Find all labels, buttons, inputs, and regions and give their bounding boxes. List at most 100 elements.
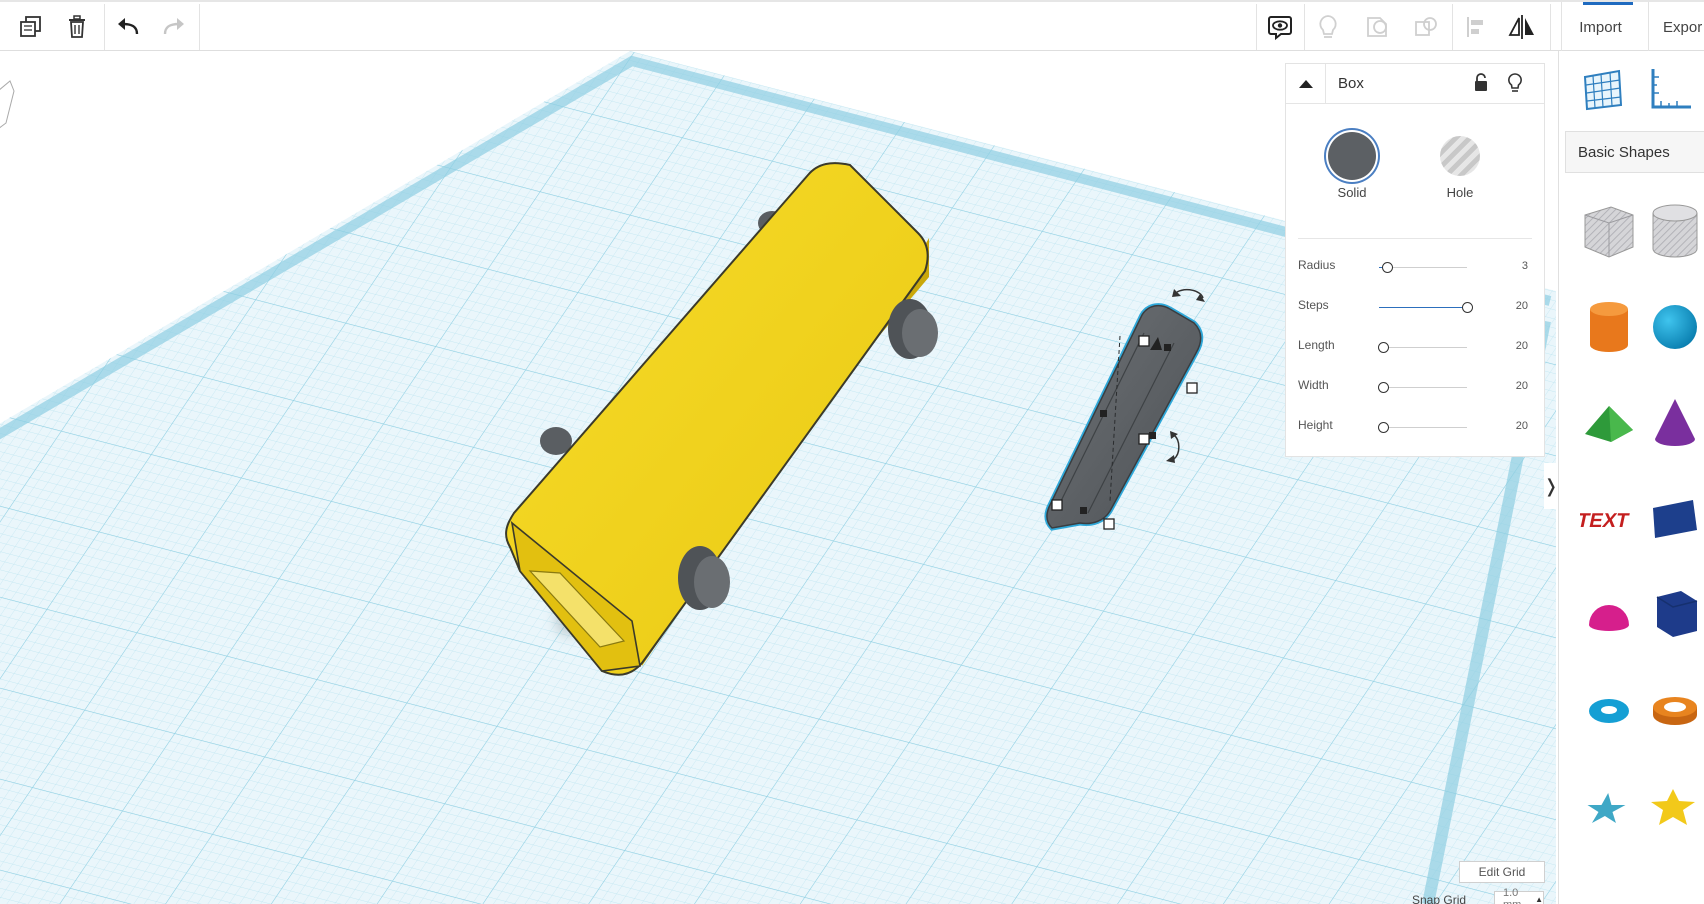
view-cube[interactable] <box>0 80 15 129</box>
resize-handle[interactable] <box>1080 507 1087 514</box>
group-button[interactable] <box>1362 4 1394 50</box>
steps-value[interactable]: 20 <box>1498 300 1528 312</box>
height-value[interactable]: 20 <box>1498 420 1528 432</box>
resize-handle[interactable] <box>1164 344 1171 351</box>
resize-handle[interactable] <box>1186 382 1198 394</box>
shape-polygon[interactable] <box>1645 585 1704 645</box>
steps-slider-knob[interactable] <box>1461 302 1473 313</box>
undo-button[interactable] <box>113 4 143 50</box>
caret-up-icon <box>1298 80 1313 88</box>
mirror-button[interactable] <box>1506 4 1538 50</box>
main-toolbar: Import Expor <box>0 0 1704 52</box>
shape-roof[interactable] <box>1579 393 1639 453</box>
inspector-hint-button[interactable] <box>1504 72 1526 94</box>
lightbulb-icon <box>1508 73 1522 92</box>
snap-grid-label: Snap Grid <box>1412 893 1467 904</box>
shape-sphere[interactable] <box>1645 297 1704 357</box>
cylinder-icon <box>1590 302 1628 352</box>
width-value[interactable]: 20 <box>1498 380 1528 392</box>
toggle-shapes-panel-button[interactable]: ❭ <box>1543 463 1559 509</box>
ruler-icon <box>1651 69 1691 109</box>
resize-handle[interactable] <box>1138 433 1150 445</box>
redo-button[interactable] <box>159 4 189 50</box>
radius-value[interactable]: 3 <box>1498 260 1528 272</box>
mirror-icon <box>1508 15 1534 39</box>
polygon-icon <box>1656 591 1698 637</box>
resize-handle[interactable] <box>1100 410 1107 417</box>
delete-button[interactable] <box>62 4 92 50</box>
shape-torus[interactable] <box>1579 681 1639 741</box>
text-3d-icon: TEXT <box>1580 510 1631 532</box>
toolbar-divider <box>1256 4 1257 50</box>
resize-handle[interactable] <box>1149 432 1156 439</box>
snap-grid-select[interactable]: 1.0 mm ▲ <box>1494 887 1544 904</box>
length-label: Length <box>1298 338 1335 352</box>
duplicate-icon <box>20 16 41 37</box>
solid-swatch[interactable] <box>1328 132 1376 180</box>
toolbar-divider <box>199 4 200 50</box>
cone-icon <box>1655 399 1695 446</box>
shape-box-blue[interactable] <box>1645 489 1704 549</box>
align-button[interactable] <box>1460 4 1492 50</box>
resize-handle[interactable] <box>1138 335 1150 347</box>
notes-button[interactable] <box>1264 4 1296 50</box>
width-slider-track[interactable] <box>1379 387 1467 388</box>
import-button[interactable]: Import <box>1561 2 1639 52</box>
toolbar-divider <box>1550 4 1551 50</box>
length-slider-track[interactable] <box>1379 347 1467 348</box>
hole-label: Hole <box>1446 185 1474 200</box>
hint-button[interactable] <box>1312 4 1344 50</box>
height-slider-track[interactable] <box>1379 427 1467 428</box>
ungroup-icon <box>1415 17 1437 36</box>
lock-button[interactable] <box>1470 72 1492 94</box>
toolbar-divider <box>1452 4 1453 50</box>
cylinder-hole-icon <box>1652 204 1698 258</box>
edit-grid-button[interactable]: Edit Grid <box>1459 861 1545 883</box>
shape-cylinder-hole[interactable] <box>1645 201 1704 261</box>
inspector-divider <box>1298 238 1532 239</box>
shape-text[interactable]: TEXT <box>1579 489 1639 549</box>
workplane-tool-button[interactable] <box>1579 65 1627 113</box>
shape-cylinder[interactable] <box>1579 297 1639 357</box>
width-slider-knob[interactable] <box>1377 382 1389 393</box>
notes-eye-icon <box>1268 16 1292 41</box>
length-slider-knob[interactable] <box>1377 342 1389 353</box>
hole-swatch[interactable] <box>1440 136 1480 176</box>
shape-cone[interactable] <box>1645 393 1704 453</box>
star-gold-icon <box>1651 789 1695 825</box>
shape-tube[interactable] <box>1645 681 1704 741</box>
trash-icon <box>69 15 85 38</box>
height-slider-knob[interactable] <box>1377 422 1389 433</box>
align-icon <box>1467 17 1483 37</box>
star-icon <box>1587 793 1626 823</box>
resize-handle[interactable] <box>1103 518 1115 530</box>
export-button[interactable]: Expor <box>1648 2 1704 52</box>
duplicate-button[interactable] <box>16 4 46 50</box>
sphere-icon <box>1653 305 1697 349</box>
box-blue-icon <box>1653 500 1697 538</box>
collapse-inspector-button[interactable] <box>1286 64 1326 104</box>
resize-handle[interactable] <box>1051 499 1063 511</box>
shape-star-gold[interactable] <box>1645 777 1704 837</box>
ungroup-button[interactable] <box>1410 4 1442 50</box>
width-label: Width <box>1298 378 1329 392</box>
height-label: Height <box>1298 418 1333 432</box>
radius-slider-knob[interactable] <box>1382 262 1394 273</box>
ruler-tool-button[interactable] <box>1645 65 1693 113</box>
solid-label: Solid <box>1337 185 1367 200</box>
unlock-icon <box>1475 73 1487 91</box>
group-icon <box>1367 17 1387 37</box>
shape-inspector-panel: Box Solid Hole Radius 3 Steps 20 Length … <box>1286 64 1544 456</box>
toolbar-divider <box>1304 4 1305 50</box>
shape-star[interactable] <box>1579 777 1639 837</box>
tube-icon <box>1653 697 1697 725</box>
inspector-title: Box <box>1338 75 1364 92</box>
length-value[interactable]: 20 <box>1498 340 1528 352</box>
box-hole-icon <box>1584 206 1634 258</box>
shape-box-hole[interactable] <box>1579 201 1639 261</box>
shape-half-sphere[interactable] <box>1579 585 1639 645</box>
shapes-panel: Basic Shapes TEXT <box>1558 51 1704 904</box>
shape-category-dropdown[interactable]: Basic Shapes <box>1565 131 1704 173</box>
undo-icon <box>118 18 139 35</box>
snap-grid-value: 1.0 mm <box>1503 887 1521 904</box>
